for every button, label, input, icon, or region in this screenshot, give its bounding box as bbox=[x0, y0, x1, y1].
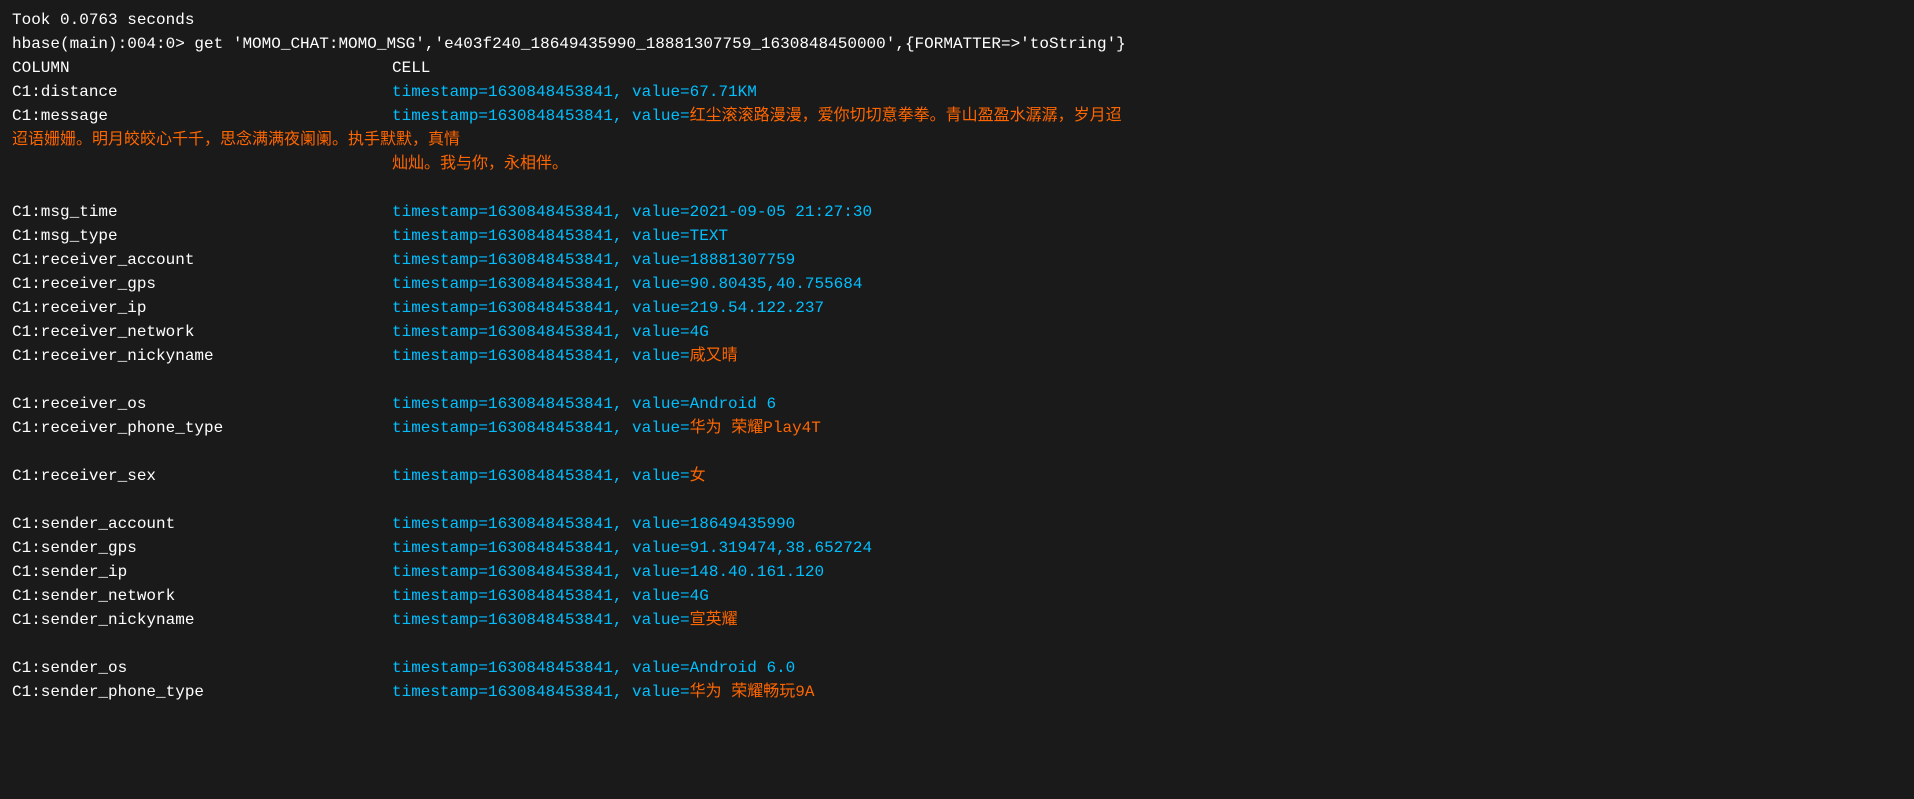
val-sender-account: timestamp=1630848453841, value=186494359… bbox=[392, 512, 795, 536]
table-row: C1:receiver_os timestamp=1630848453841, … bbox=[12, 392, 1902, 416]
col-receiver-account: C1:receiver_account bbox=[12, 248, 392, 272]
val-sender-nickyname: timestamp=1630848453841, value=宣英耀 bbox=[392, 608, 738, 632]
header-row: COLUMN CELL bbox=[12, 56, 1902, 80]
table-row: C1:receiver_gps timestamp=1630848453841,… bbox=[12, 272, 1902, 296]
col-sender-network: C1:sender_network bbox=[12, 584, 392, 608]
took-line: Took 0.0763 seconds bbox=[12, 8, 1902, 32]
col-sender-gps: C1:sender_gps bbox=[12, 536, 392, 560]
col-msg-time: C1:msg_time bbox=[12, 200, 392, 224]
table-row: C1:sender_network timestamp=163084845384… bbox=[12, 584, 1902, 608]
table-row: C1:sender_gps timestamp=1630848453841, v… bbox=[12, 536, 1902, 560]
col-sender-os: C1:sender_os bbox=[12, 656, 392, 680]
table-row: C1:receiver_phone_type timestamp=1630848… bbox=[12, 416, 1902, 440]
message-continuation-2: 灿灿。我与你，永相伴。 bbox=[12, 152, 1902, 176]
val-receiver-phone-type: timestamp=1630848453841, value=华为 荣耀Play… bbox=[392, 416, 821, 440]
val-receiver-ip: timestamp=1630848453841, value=219.54.12… bbox=[392, 296, 824, 320]
table-row: C1:receiver_ip timestamp=1630848453841, … bbox=[12, 296, 1902, 320]
col-sender-phone-type: C1:sender_phone_type bbox=[12, 680, 392, 704]
blank-line bbox=[12, 176, 1902, 200]
val-receiver-nickyname: timestamp=1630848453841, value=咸又晴 bbox=[392, 344, 738, 368]
blank-line bbox=[12, 368, 1902, 392]
col-receiver-nickyname: C1:receiver_nickyname bbox=[12, 344, 392, 368]
table-row: C1:msg_time timestamp=1630848453841, val… bbox=[12, 200, 1902, 224]
col-receiver-sex: C1:receiver_sex bbox=[12, 464, 392, 488]
col-sender-ip: C1:sender_ip bbox=[12, 560, 392, 584]
col-msg-type: C1:msg_type bbox=[12, 224, 392, 248]
table-row: C1:message timestamp=1630848453841, valu… bbox=[12, 104, 1902, 128]
val-sender-ip: timestamp=1630848453841, value=148.40.16… bbox=[392, 560, 824, 584]
table-row: C1:sender_account timestamp=163084845384… bbox=[12, 512, 1902, 536]
col-distance: C1:distance bbox=[12, 80, 392, 104]
command-line: hbase(main):004:0> get 'MOMO_CHAT:MOMO_M… bbox=[12, 32, 1902, 56]
terminal: Took 0.0763 seconds hbase(main):004:0> g… bbox=[12, 8, 1902, 704]
table-row: C1:sender_phone_type timestamp=163084845… bbox=[12, 680, 1902, 704]
val-distance: timestamp=1630848453841, value=67.71KM bbox=[392, 80, 757, 104]
blank-line bbox=[12, 632, 1902, 656]
val-msg-time: timestamp=1630848453841, value=2021-09-0… bbox=[392, 200, 872, 224]
col-receiver-network: C1:receiver_network bbox=[12, 320, 392, 344]
val-message: timestamp=1630848453841, value=红尘滚滚路漫漫，爱… bbox=[392, 104, 1122, 128]
table-row: C1:sender_ip timestamp=1630848453841, va… bbox=[12, 560, 1902, 584]
col-receiver-ip: C1:receiver_ip bbox=[12, 296, 392, 320]
col-receiver-gps: C1:receiver_gps bbox=[12, 272, 392, 296]
message-continuation-1: 迢语姗姗。明月皎皎心千千，思念满满夜阑阑。执手默默，真情 bbox=[12, 128, 1902, 152]
val-receiver-network: timestamp=1630848453841, value=4G bbox=[392, 320, 709, 344]
table-row: C1:receiver_nickyname timestamp=16308484… bbox=[12, 344, 1902, 368]
val-receiver-account: timestamp=1630848453841, value=188813077… bbox=[392, 248, 795, 272]
col-receiver-phone-type: C1:receiver_phone_type bbox=[12, 416, 392, 440]
val-receiver-gps: timestamp=1630848453841, value=90.80435,… bbox=[392, 272, 862, 296]
table-row: C1:receiver_network timestamp=1630848453… bbox=[12, 320, 1902, 344]
blank-line bbox=[12, 488, 1902, 512]
col-sender-nickyname: C1:sender_nickyname bbox=[12, 608, 392, 632]
table-row: C1:receiver_sex timestamp=1630848453841,… bbox=[12, 464, 1902, 488]
table-row: C1:sender_nickyname timestamp=1630848453… bbox=[12, 608, 1902, 632]
val-sender-phone-type: timestamp=1630848453841, value=华为 荣耀畅玩9A bbox=[392, 680, 814, 704]
table-row: C1:receiver_account timestamp=1630848453… bbox=[12, 248, 1902, 272]
val-receiver-sex: timestamp=1630848453841, value=女 bbox=[392, 464, 706, 488]
table-row: C1:distance timestamp=1630848453841, val… bbox=[12, 80, 1902, 104]
col-receiver-os: C1:receiver_os bbox=[12, 392, 392, 416]
val-receiver-os: timestamp=1630848453841, value=Android 6 bbox=[392, 392, 776, 416]
col-message: C1:message bbox=[12, 104, 392, 128]
val-sender-gps: timestamp=1630848453841, value=91.319474… bbox=[392, 536, 872, 560]
val-sender-os: timestamp=1630848453841, value=Android 6… bbox=[392, 656, 795, 680]
val-sender-network: timestamp=1630848453841, value=4G bbox=[392, 584, 709, 608]
cell-header: CELL bbox=[392, 56, 430, 80]
table-row: C1:msg_type timestamp=1630848453841, val… bbox=[12, 224, 1902, 248]
column-header: COLUMN bbox=[12, 56, 392, 80]
col-sender-account: C1:sender_account bbox=[12, 512, 392, 536]
val-msg-type: timestamp=1630848453841, value=TEXT bbox=[392, 224, 728, 248]
table-row: C1:sender_os timestamp=1630848453841, va… bbox=[12, 656, 1902, 680]
blank-line bbox=[12, 440, 1902, 464]
